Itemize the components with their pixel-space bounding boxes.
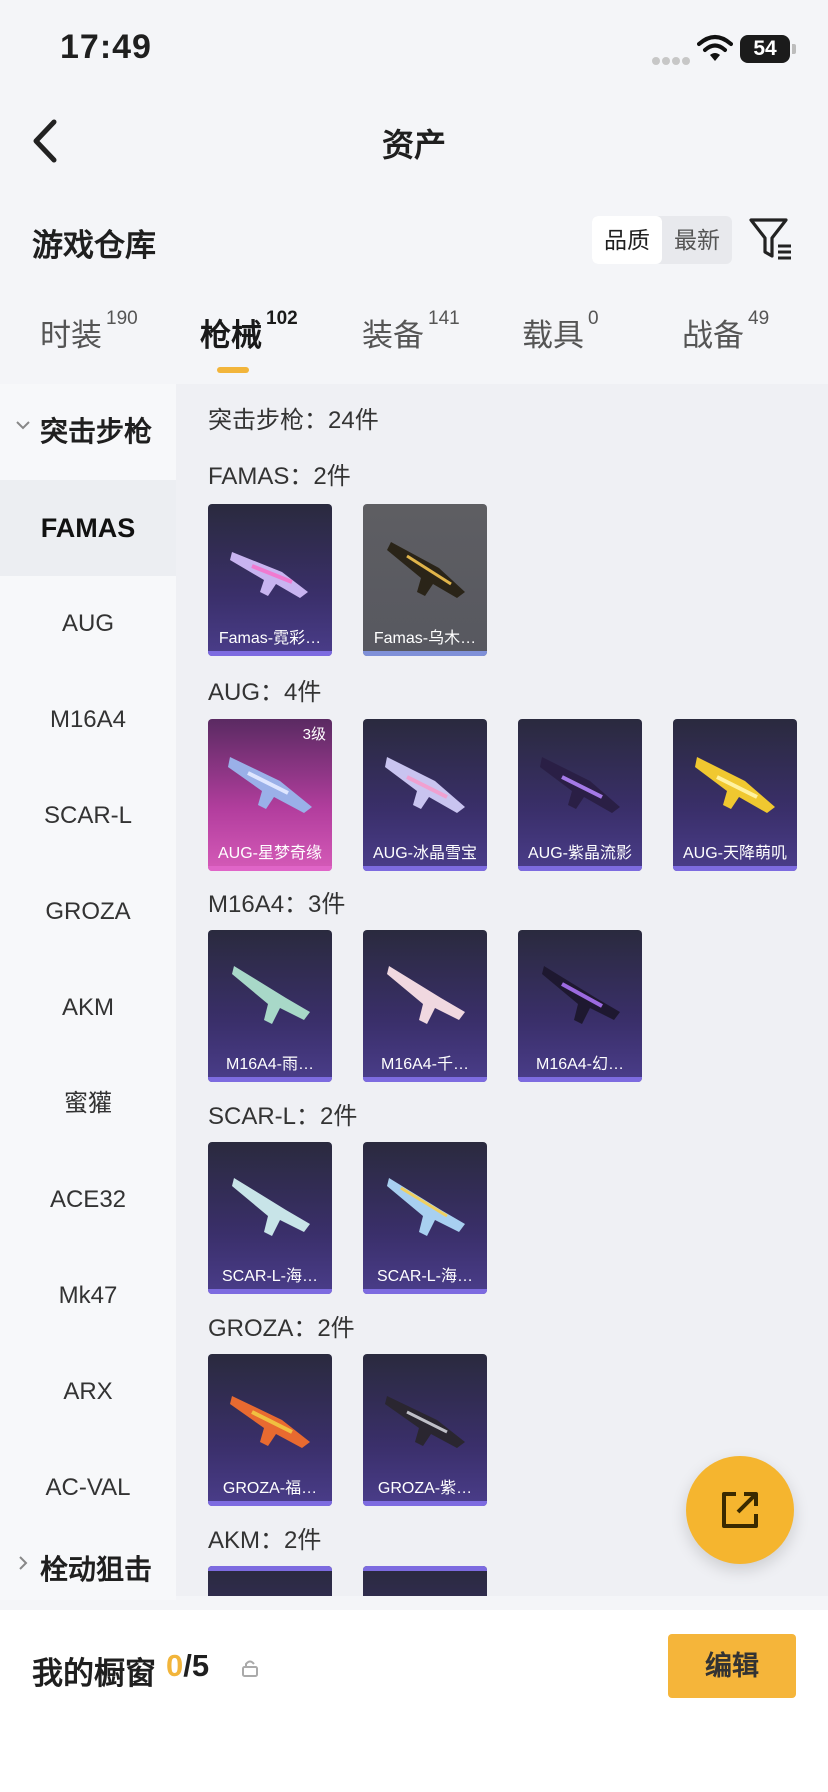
sidebar-item-ace32[interactable]: ACE32 xyxy=(0,1152,176,1248)
status-bar: 17:49 54 xyxy=(0,0,828,100)
weapon-card[interactable] xyxy=(363,1566,487,1596)
category-tabs: 时装 190 枪械 102 装备 141 载具 0 战备 49 xyxy=(0,308,828,380)
sidebar-item-honey-badger[interactable]: 蜜獾 xyxy=(0,1056,176,1152)
group-title-groza: GROZA：2件 xyxy=(208,1315,355,1342)
group-title-scar-l: SCAR-L：2件 xyxy=(208,1103,358,1130)
tab-vehicles[interactable]: 载具 0 xyxy=(522,308,599,355)
status-time: 17:49 xyxy=(60,28,152,66)
sidebar-item-mk47[interactable]: Mk47 xyxy=(0,1248,176,1344)
share-button[interactable] xyxy=(686,1456,794,1564)
weapon-card[interactable] xyxy=(208,1566,332,1596)
weapon-card[interactable]: GROZA-紫… xyxy=(363,1354,487,1506)
weapon-card[interactable]: Famas-乌木… xyxy=(363,504,487,656)
group-title-famas: FAMAS：2件 xyxy=(208,463,351,490)
weapon-image xyxy=(387,542,465,598)
showcase-count: 0/5 xyxy=(166,1648,210,1683)
sidebar-item-groza[interactable]: GROZA xyxy=(0,864,176,960)
weapon-card[interactable]: 3级 AUG-星梦奇缘 xyxy=(208,719,332,871)
share-icon xyxy=(722,1492,758,1528)
sidebar-item-famas[interactable]: FAMAS xyxy=(0,480,176,576)
weapon-card[interactable]: SCAR-L-海… xyxy=(208,1142,332,1294)
weapon-image xyxy=(387,1178,465,1236)
nav-bar: 资产 xyxy=(0,100,828,180)
group-title-m16a4: M16A4：3件 xyxy=(208,891,346,918)
weapon-image xyxy=(695,757,775,813)
sidebar-group-bolt-action[interactable]: 栓动狙击 xyxy=(0,1534,176,1594)
sort-by-quality[interactable]: 品质 xyxy=(592,216,662,264)
wifi-icon xyxy=(697,35,733,61)
weapon-card[interactable]: M16A4-雨… xyxy=(208,930,332,1082)
tab-equipment[interactable]: 装备 141 xyxy=(362,308,460,355)
tab-supplies[interactable]: 战备 49 xyxy=(682,308,769,355)
weapon-card[interactable]: M16A4-幻… xyxy=(518,930,642,1082)
weapon-image xyxy=(230,1396,310,1448)
weapon-card[interactable]: Famas-霓彩… xyxy=(208,504,332,656)
weapon-image xyxy=(542,966,620,1024)
weapon-image xyxy=(228,757,312,813)
sidebar-item-scar-l[interactable]: SCAR-L xyxy=(0,768,176,864)
chevron-down-icon xyxy=(16,421,30,430)
weapon-image xyxy=(387,966,465,1024)
sidebar-item-ac-val[interactable]: AC-VAL xyxy=(0,1440,176,1536)
tab-firearms[interactable]: 枪械 102 xyxy=(200,308,298,355)
warehouse-title: 游戏仓库 xyxy=(32,228,156,263)
weapon-image xyxy=(230,552,308,598)
group-title-aug: AUG：4件 xyxy=(208,679,322,706)
sidebar-item-akm[interactable]: AKM xyxy=(0,960,176,1056)
active-tab-indicator xyxy=(217,367,249,373)
sidebar-item-m16a4[interactable]: M16A4 xyxy=(0,672,176,768)
weapon-card[interactable]: M16A4-千… xyxy=(363,930,487,1082)
weapon-card[interactable]: AUG-紫晶流影 xyxy=(518,719,642,871)
weapon-card[interactable]: AUG-天降萌叽 xyxy=(673,719,797,871)
weapon-sidebar: 突击步枪 FAMAS AUG M16A4 SCAR-L GROZA AKM 蜜獾… xyxy=(0,384,176,1600)
lock-icon xyxy=(242,1660,258,1677)
edit-button[interactable]: 编辑 xyxy=(668,1634,796,1698)
weapon-image xyxy=(385,757,465,813)
page-title: 资产 xyxy=(381,127,446,163)
sidebar-item-aug[interactable]: AUG xyxy=(0,576,176,672)
chevron-right-icon xyxy=(19,1556,28,1570)
showcase-label: 我的橱窗 xyxy=(32,1656,156,1691)
weapon-list: 突击步枪：24件 FAMAS：2件 Famas-霓彩… Famas-乌木… AU… xyxy=(176,384,828,1596)
weapon-image xyxy=(540,757,620,813)
weapon-image xyxy=(232,966,310,1024)
signal-icon xyxy=(652,52,692,65)
weapon-card[interactable]: SCAR-L-海… xyxy=(363,1142,487,1294)
showcase-bar: 我的橱窗 0/5 编辑 xyxy=(0,1610,828,1792)
sidebar-item-arx[interactable]: ARX xyxy=(0,1344,176,1440)
weapon-card[interactable]: GROZA-福… xyxy=(208,1354,332,1506)
sort-toggle: 品质 最新 xyxy=(592,216,732,264)
filter-icon[interactable] xyxy=(748,216,794,262)
sort-by-newest[interactable]: 最新 xyxy=(662,216,732,264)
group-title-akm: AKM：2件 xyxy=(208,1527,322,1554)
battery-icon: 54 xyxy=(740,35,796,63)
sidebar-group-assault-rifles[interactable]: 突击步枪 xyxy=(0,396,176,456)
weapon-image xyxy=(385,1396,465,1448)
section-total: 突击步枪：24件 xyxy=(208,407,379,434)
weapon-card[interactable]: AUG-冰晶雪宝 xyxy=(363,719,487,871)
weapon-image xyxy=(232,1178,310,1236)
tab-fashion[interactable]: 时装 190 xyxy=(40,308,138,355)
